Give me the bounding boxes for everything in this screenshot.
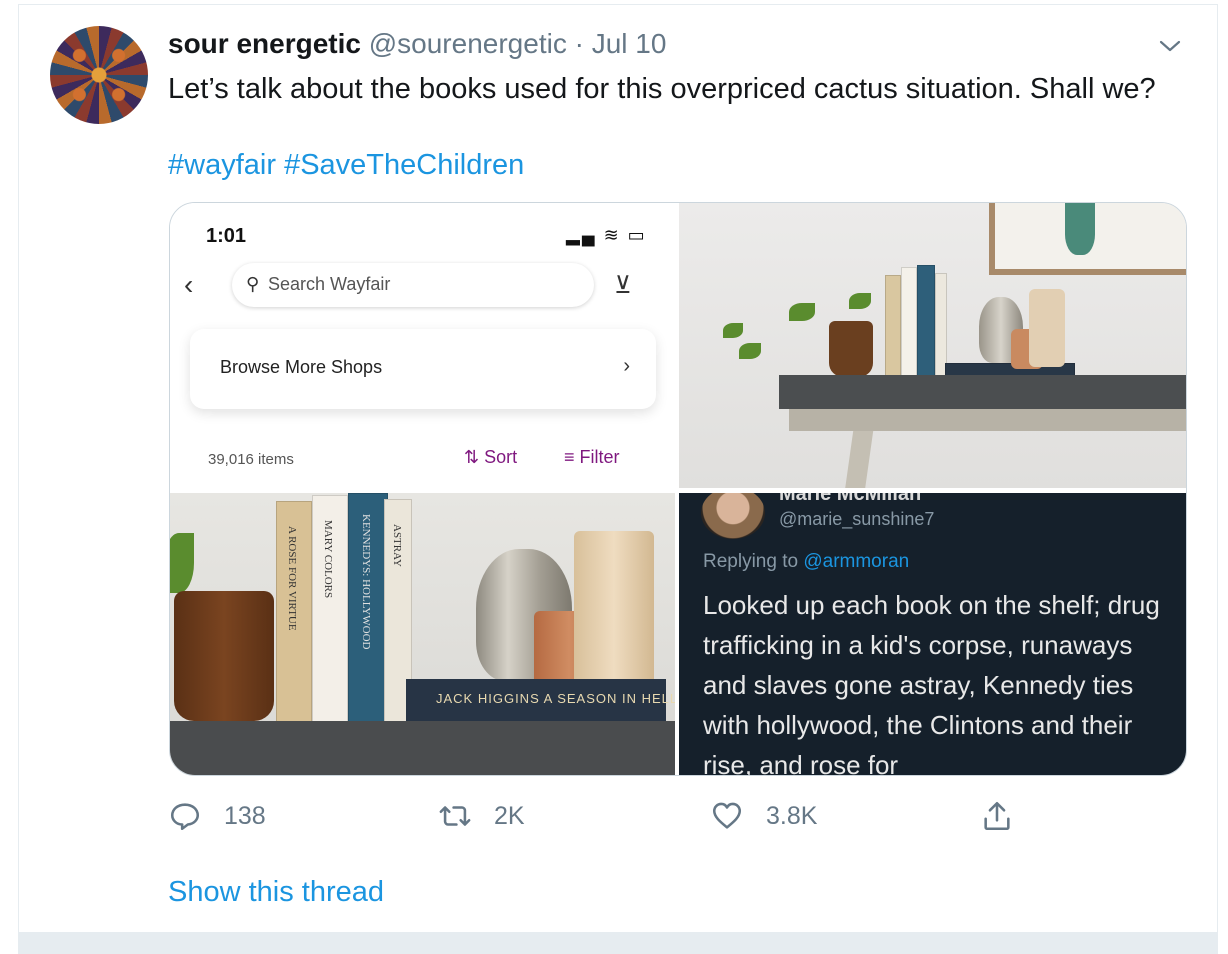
book-spine [901, 267, 917, 387]
reply-button[interactable]: 138 [168, 796, 266, 836]
timeline-divider [18, 932, 1218, 954]
tweet-text: Let’s talk about the books used for this… [168, 73, 1156, 105]
items-count: 39,016 items [208, 451, 294, 468]
book-spine [917, 265, 935, 387]
embedded-avatar [701, 493, 765, 539]
hashtag-savethechildren[interactable]: #SaveTheChildren [284, 149, 524, 181]
media-books-closeup[interactable]: A ROSE FOR VIRTUE MARY COLORS KENNEDYS: … [170, 493, 675, 775]
table-top [170, 721, 675, 775]
media-shelf-photo[interactable] [679, 203, 1186, 488]
embedded-author-name: Marie McMillan [779, 493, 922, 505]
reply-count: 138 [224, 801, 266, 830]
browse-shops-card: Browse More Shops › [190, 329, 656, 409]
replying-to-handle: @armmoran [803, 551, 910, 572]
share-button[interactable] [980, 796, 1014, 836]
heart-icon [712, 802, 742, 829]
candle [574, 531, 654, 691]
browse-shops-label: Browse More Shops [220, 357, 383, 377]
table-leg [844, 431, 874, 488]
book-spine: KENNEDYS: HOLLYWOOD [348, 493, 388, 725]
spine-title: ASTRAY [391, 524, 403, 567]
leaf [849, 293, 871, 309]
candle [1029, 289, 1065, 367]
book-spine [885, 275, 901, 387]
tweet-date[interactable]: Jul 10 [592, 28, 667, 59]
retweet-button[interactable]: 2K [438, 796, 525, 836]
retweet-count: 2K [494, 801, 525, 830]
reply-icon [170, 803, 200, 831]
retweet-icon [439, 806, 471, 826]
wayfair-search-bar: ⚲ Search Wayfair [232, 263, 594, 307]
like-count: 3.8K [766, 801, 818, 830]
sort-control: ⇅ Sort [464, 447, 518, 467]
spine-title: MARY COLORS [322, 520, 334, 599]
embedded-replying-to: Replying to @armmoran [703, 551, 909, 573]
media-grid: 1:01 ▂▄ ≋ ▭ ‹ ⚲ Search Wayfair ⊻ Browse … [169, 202, 1187, 776]
author-handle[interactable]: @sourenergetic [369, 28, 567, 59]
leaf [723, 323, 743, 338]
separator-dot: · [574, 28, 584, 59]
hashtag-line: #wayfair #SaveTheChildren [168, 146, 524, 184]
search-icon: ⚲ [246, 274, 260, 294]
chevron-down-icon[interactable] [1158, 34, 1182, 58]
chevron-right-icon: › [623, 355, 630, 377]
horizontal-book-title: JACK HIGGINS A SEASON IN HELL [436, 691, 675, 706]
filter-control: ≡ Filter [564, 447, 620, 467]
share-icon [984, 801, 1010, 831]
status-time: 1:01 [206, 225, 247, 247]
book-horizontal: JACK HIGGINS A SEASON IN HELL [406, 679, 675, 723]
plant-pot [174, 591, 274, 721]
plant-pot [829, 321, 873, 377]
leaf [789, 303, 815, 321]
sort-label: Sort [484, 447, 518, 467]
spine-title: KENNEDYS: HOLLYWOOD [360, 514, 372, 650]
leaf [739, 343, 761, 359]
embedded-tweet-text: Looked up each book on the shelf; drug t… [703, 590, 1160, 775]
table-apron [789, 409, 1186, 431]
tweet-actions: 138 2K 3.8K [168, 796, 1068, 836]
tweet-header: sour energetic @sourenergetic · Jul 10 [168, 28, 666, 60]
table-top [779, 375, 1186, 409]
like-button[interactable]: 3.8K [710, 796, 817, 836]
status-icons: ▂▄ ≋ ▭ [566, 225, 647, 245]
replying-prefix: Replying to [703, 551, 799, 572]
book-spine: A ROSE FOR VIRTUE [276, 501, 312, 725]
author-name[interactable]: sour energetic [168, 28, 361, 59]
media-tweet-screenshot[interactable]: Marie McMillan @marie_sunshine7 Replying… [679, 493, 1186, 775]
author-avatar[interactable] [50, 26, 148, 124]
hashtag-wayfair[interactable]: #wayfair [168, 149, 276, 181]
spine-title: A ROSE FOR VIRTUE [286, 526, 298, 631]
wall-plant [1065, 203, 1095, 255]
search-placeholder: Search Wayfair [268, 274, 391, 294]
book-spine: MARY COLORS [312, 495, 348, 725]
show-thread-link[interactable]: Show this thread [168, 876, 384, 909]
embedded-author-handle: @marie_sunshine7 [779, 509, 935, 529]
cart-icon: ⊻ [614, 272, 632, 299]
filter-label: Filter [579, 447, 620, 467]
leaf [170, 533, 194, 593]
media-phone-screenshot[interactable]: 1:01 ▂▄ ≋ ▭ ‹ ⚲ Search Wayfair ⊻ Browse … [170, 203, 675, 490]
back-arrow-icon: ‹ [184, 269, 194, 300]
